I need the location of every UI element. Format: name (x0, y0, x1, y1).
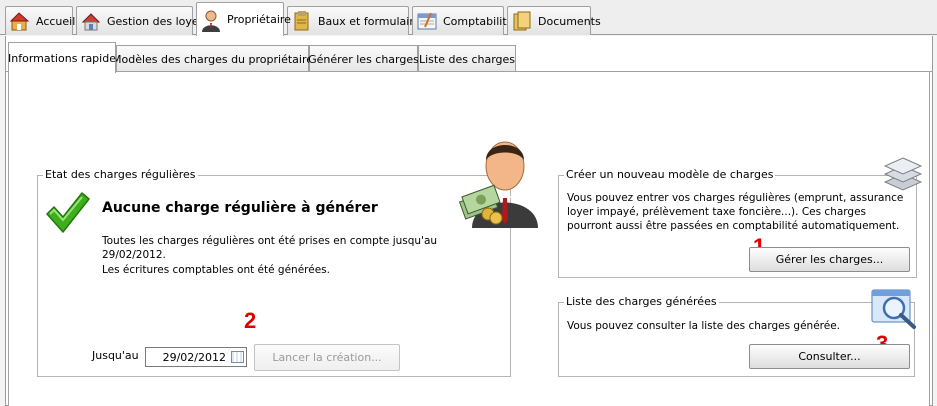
etat-legend: Etat des charges régulières (43, 168, 198, 181)
tab-gestion-des-loyers[interactable]: Gestion des loyers (76, 6, 209, 35)
lancer-creation-label: Lancer la création... (272, 351, 382, 364)
etat-line-2: 29/02/2012. (102, 249, 166, 261)
checkmark-icon (44, 190, 90, 236)
house-icon (81, 11, 103, 31)
subtab-informations-rapide[interactable]: Informations rapide (8, 42, 116, 73)
tab-proprietaire[interactable]: Propriétaire (196, 2, 291, 36)
tab-comptabilite[interactable]: Comptabilité (412, 6, 513, 35)
marker-2: 2 (244, 308, 257, 333)
subtab-liste-des-charges[interactable]: Liste des charges (418, 45, 516, 72)
tab-accueil[interactable]: Accueil (5, 6, 76, 35)
consulter-button[interactable]: Consulter... (749, 344, 910, 369)
tab-documents[interactable]: Documents (507, 6, 601, 35)
subtab-liste-label: Liste des charges (418, 52, 516, 66)
consulter-label: Consulter... (798, 350, 861, 363)
top-tab-bar: Accueil Gestion des loyers Propriétaire … (0, 0, 937, 36)
owner-money-icon (458, 132, 548, 228)
liste-legend: Liste des charges générées (564, 295, 719, 308)
tab-accueil-label: Accueil (36, 14, 76, 28)
creer-text: Vous pouvez entrer vos charges régulière… (567, 192, 904, 232)
folder-icon (292, 11, 314, 31)
etat-line-1: Toutes les charges régulières ont été pr… (102, 235, 438, 247)
etat-title: Aucune charge régulière à générer (102, 200, 378, 216)
subtab-modeles-label: Modèles des charges du propriétaire (112, 52, 313, 66)
owner-icon (201, 10, 223, 32)
home-icon (9, 11, 32, 31)
tab-proprietaire-label: Propriétaire (227, 13, 291, 26)
ledger-icon (417, 11, 439, 31)
tab-baux-label: Baux et formulaires (318, 14, 427, 28)
lancer-creation-button[interactable]: Lancer la création... (254, 344, 400, 371)
tab-comptabilite-label: Comptabilité (443, 14, 514, 28)
creer-legend: Créer un nouveau modèle de charges (564, 168, 776, 181)
magnifier-icon (870, 288, 920, 330)
subtab-modeles-des-charges[interactable]: Modèles des charges du propriétaire (112, 45, 313, 72)
tab-gestion-label: Gestion des loyers (107, 14, 209, 28)
tab-baux-et-formulaires[interactable]: Baux et formulaires (287, 6, 426, 35)
layers-icon (883, 152, 923, 192)
gerer-les-charges-button[interactable]: Gérer les charges... (749, 247, 910, 272)
etat-line-3: Les écritures comptables ont été générée… (102, 264, 330, 276)
date-input[interactable]: 29/02/2012 (145, 347, 247, 367)
gerer-les-charges-label: Gérer les charges... (775, 253, 884, 266)
subtab-informations-label: Informations rapide (8, 51, 116, 65)
liste-text: Vous pouvez consulter la liste des charg… (567, 320, 840, 332)
documents-icon (512, 11, 534, 31)
date-value: 29/02/2012 (162, 350, 226, 364)
subtab-generer-label: Générer les charges (308, 52, 419, 66)
subtab-generer-les-charges[interactable]: Générer les charges (308, 45, 419, 72)
calendar-icon[interactable] (231, 351, 244, 363)
tab-documents-label: Documents (538, 14, 601, 28)
jusquau-label: Jusqu'au (92, 349, 139, 362)
sub-tab-bar: Informations rapide Modèles des charges … (5, 42, 933, 73)
